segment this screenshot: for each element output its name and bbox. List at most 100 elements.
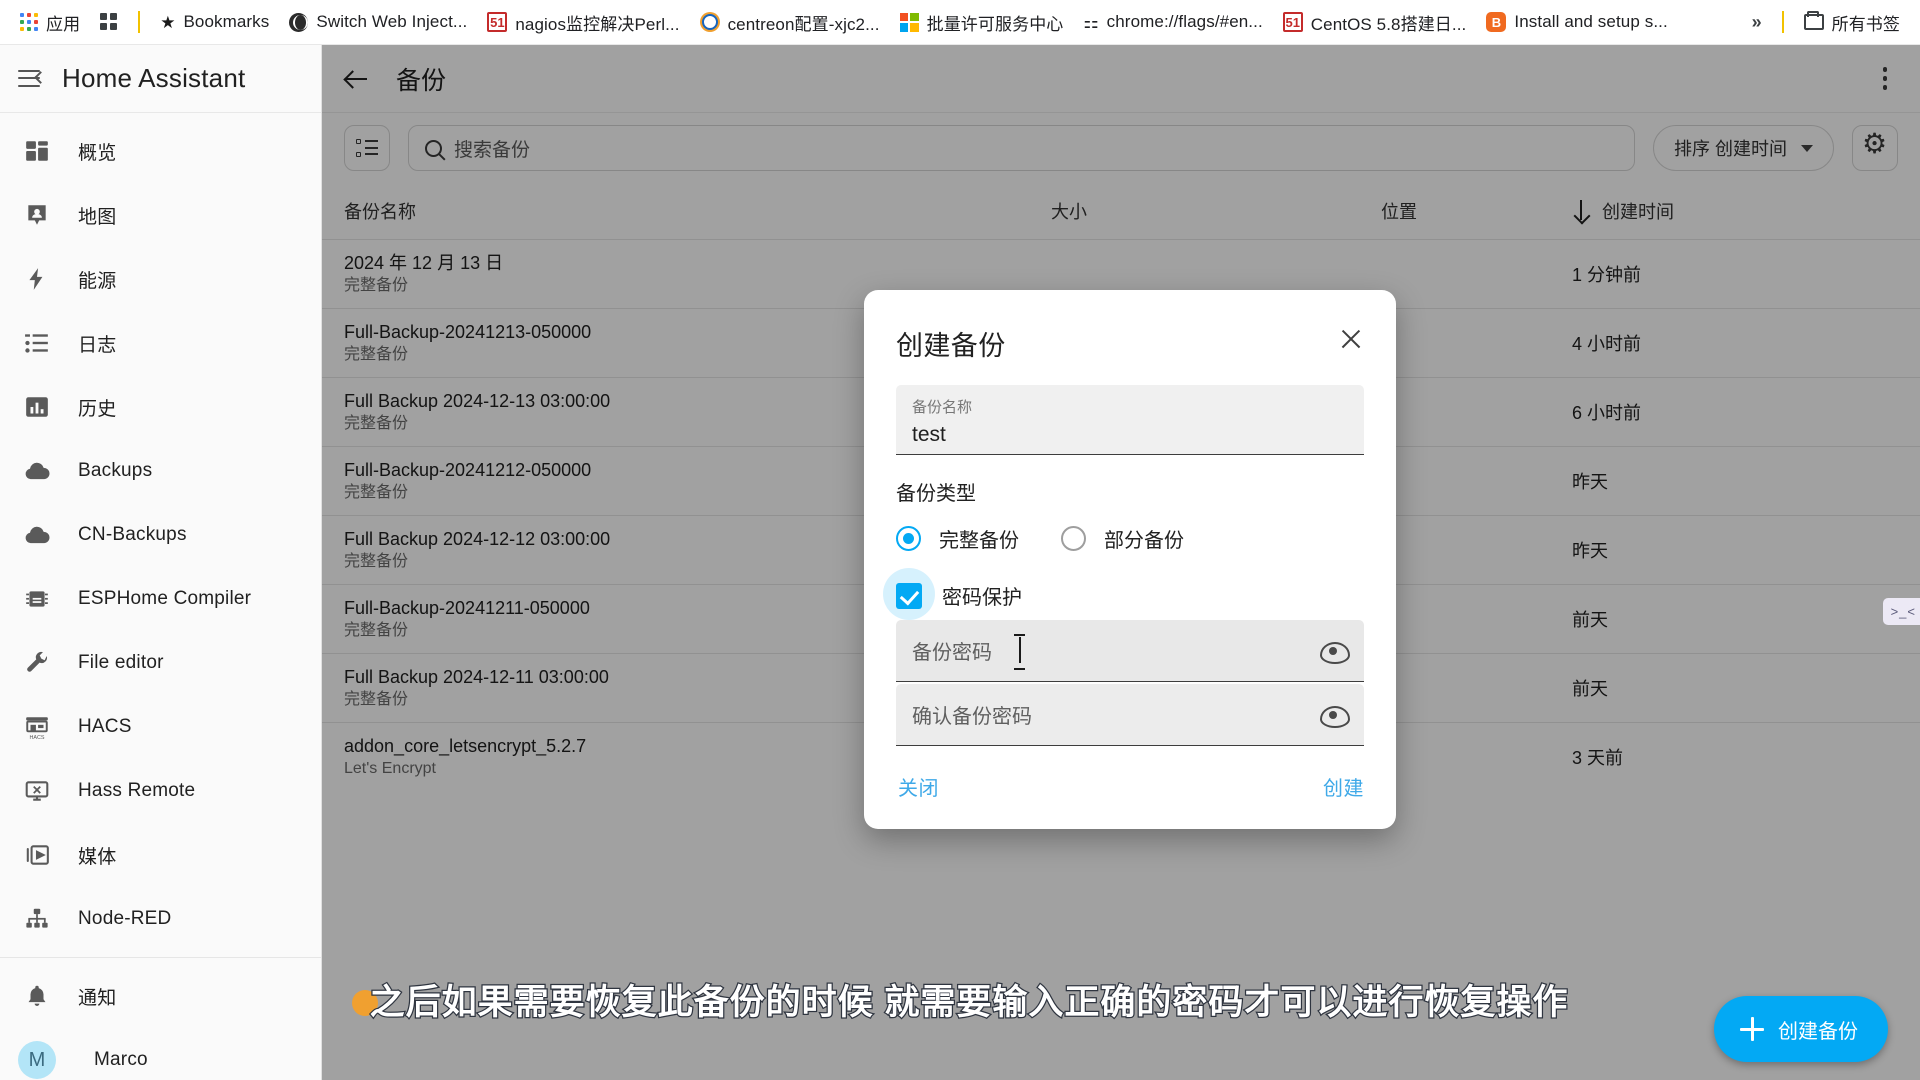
wrench-icon	[22, 648, 52, 678]
browser-bookmark-bar: 应用 ★ Bookmarks Switch Web Inject... 51 n…	[0, 0, 1920, 45]
sidebar-item-label: File editor	[78, 652, 164, 673]
sidebar-item-label: Marco	[94, 1049, 148, 1070]
dialog-body: 备份名称 test 备份类型 完整备份 部分备份 密码保护 备份密码 确认备份密…	[864, 363, 1396, 746]
51-icon: 51	[1282, 12, 1303, 32]
bookmark-centreon[interactable]: centreon配置-xjc2...	[690, 5, 890, 40]
eye-icon[interactable]	[1318, 641, 1350, 664]
all-bookmarks-label: 所有书签	[1831, 14, 1900, 34]
flask-icon: ⚏	[1083, 12, 1099, 32]
bookmark-reading-list[interactable]	[90, 8, 128, 36]
bookmark-label: Install and setup s...	[1514, 12, 1668, 31]
bookmark-separator	[1781, 11, 1784, 33]
create-button[interactable]: 创建	[1323, 772, 1364, 801]
close-icon[interactable]	[1336, 324, 1366, 354]
bookmark-nagios[interactable]: 51 nagios监控解决Perl...	[477, 5, 689, 40]
node-red-icon	[22, 904, 52, 934]
confirm-password-placeholder: 确认备份密码	[912, 706, 1032, 728]
plus-icon	[1740, 1017, 1764, 1041]
bookmark-label: CentOS 5.8搭建日...	[1310, 14, 1467, 34]
menu-collapse-icon[interactable]	[18, 69, 47, 88]
sidebar-item-overview[interactable]: 概览	[0, 119, 321, 183]
sidebar-item-energy[interactable]: 能源	[0, 247, 321, 311]
sidebar-item-label: 日志	[78, 334, 117, 356]
cloud-icon	[22, 520, 52, 550]
backup-type-label: 备份类型	[896, 483, 976, 505]
sidebar-nav-list: 概览 地图 能源 日志 历史 Backups CN-Backups ESPHom…	[0, 113, 321, 1080]
password-protect-label: 密码保护	[942, 587, 1022, 609]
sidebar-item-hass-remote[interactable]: Hass Remote	[0, 759, 321, 823]
cloud-icon	[22, 456, 52, 486]
radio-partial-backup[interactable]	[1061, 526, 1086, 551]
sidebar-item-label: 能源	[78, 270, 117, 292]
bookmark-overflow-button[interactable]: »	[1742, 7, 1772, 38]
sidebar-item-label: Hass Remote	[78, 780, 196, 801]
app-sidebar: Home Assistant 概览 地图 能源 日志 历史 Backups CN…	[0, 45, 322, 1080]
radio-full-backup[interactable]	[896, 526, 921, 551]
bookmark-volume-licensing[interactable]: 批量许可服务中心	[890, 5, 1074, 40]
bookmark-switch-web-inject[interactable]: Switch Web Inject...	[279, 7, 477, 37]
radio-partial-backup-label: 部分备份	[1104, 530, 1184, 552]
caption-text: 之后如果需要恢复此备份的时候 就需要输入正确的密码才可以进行恢复操作	[368, 983, 1569, 1022]
bookmark-label: Bookmarks	[183, 12, 270, 31]
dialog-title: 创建备份	[896, 331, 1006, 361]
bookmark-separator	[138, 11, 141, 33]
chip-icon	[22, 584, 52, 614]
sidebar-item-cn-backups[interactable]: CN-Backups	[0, 503, 321, 567]
sidebar-item-label: 历史	[78, 398, 117, 420]
confirm-password-field[interactable]: 确认备份密码	[896, 684, 1364, 746]
sidebar-item-map[interactable]: 地图	[0, 183, 321, 247]
sidebar-item-file-editor[interactable]: File editor	[0, 631, 321, 695]
hacs-store-icon: HACS	[22, 712, 52, 742]
backup-password-placeholder: 备份密码	[912, 642, 992, 664]
sidebar-item-hacs[interactable]: HACS HACS	[0, 695, 321, 759]
eye-icon[interactable]	[1318, 705, 1350, 728]
sidebar-item-label: 媒体	[78, 846, 117, 868]
lightning-bolt-icon	[22, 264, 52, 294]
backup-name-label: 备份名称	[912, 399, 973, 416]
sidebar-item-label: Backups	[78, 460, 153, 481]
logbook-list-icon	[22, 328, 52, 358]
map-marker-icon	[22, 200, 52, 230]
close-button[interactable]: 关闭	[898, 772, 939, 801]
bookmark-folder-bookmarks[interactable]: ★ Bookmarks	[150, 7, 279, 37]
centreon-icon	[699, 12, 720, 32]
bookmark-install-setup[interactable]: B Install and setup s...	[1476, 7, 1677, 37]
sidebar-item-esphome-compiler[interactable]: ESPHome Compiler	[0, 567, 321, 631]
bar-chart-icon	[22, 392, 52, 422]
bookmark-label: 应用	[46, 14, 81, 34]
bookmark-centos[interactable]: 51 CentOS 5.8搭建日...	[1273, 5, 1477, 40]
side-panel-tab[interactable]: >_<	[1882, 598, 1920, 625]
sidebar-item-user-profile[interactable]: M Marco	[0, 1028, 321, 1080]
sidebar-item-logbook[interactable]: 日志	[0, 311, 321, 375]
sidebar-item-node-red[interactable]: Node-RED	[0, 887, 321, 951]
text-cursor-icon	[1014, 634, 1025, 670]
sidebar-item-backups[interactable]: Backups	[0, 439, 321, 503]
bookmark-label: Switch Web Inject...	[316, 12, 468, 31]
bookmark-apps[interactable]: 应用	[10, 5, 90, 40]
bookmark-label: nagios监控解决Perl...	[515, 14, 680, 34]
sidebar-item-label: 概览	[78, 142, 117, 164]
sidebar-divider	[0, 957, 321, 958]
password-protect-checkbox[interactable]	[896, 582, 922, 609]
bookmark-label: 批量许可服务中心	[926, 14, 1064, 34]
bookmark-chrome-flags[interactable]: ⚏ chrome://flags/#en...	[1073, 7, 1272, 37]
backup-password-field[interactable]: 备份密码	[896, 620, 1364, 682]
star-icon: ★	[160, 12, 176, 32]
backup-type-radio-group: 完整备份 部分备份	[896, 524, 1364, 553]
bookmark-label: chrome://flags/#en...	[1106, 12, 1263, 31]
sidebar-item-history[interactable]: 历史	[0, 375, 321, 439]
sidebar-item-label: Node-RED	[78, 908, 172, 929]
svg-text:HACS: HACS	[29, 735, 44, 740]
create-backup-dialog: 创建备份 备份名称 test 备份类型 完整备份 部分备份 密码保护 备份密码 …	[864, 290, 1396, 829]
radio-full-backup-label: 完整备份	[939, 530, 1019, 552]
dialog-header: 创建备份	[864, 290, 1396, 363]
51-icon: 51	[487, 12, 508, 32]
sidebar-item-media[interactable]: 媒体	[0, 823, 321, 887]
backup-name-field[interactable]: 备份名称 test	[896, 385, 1364, 455]
squares-icon	[100, 13, 118, 31]
sidebar-title: Home Assistant	[62, 63, 246, 93]
media-play-icon	[22, 840, 52, 870]
password-protect-row[interactable]: 密码保护	[883, 568, 1364, 620]
all-bookmarks-button[interactable]: 所有书签	[1794, 5, 1910, 40]
sidebar-item-label: ESPHome Compiler	[78, 588, 252, 609]
